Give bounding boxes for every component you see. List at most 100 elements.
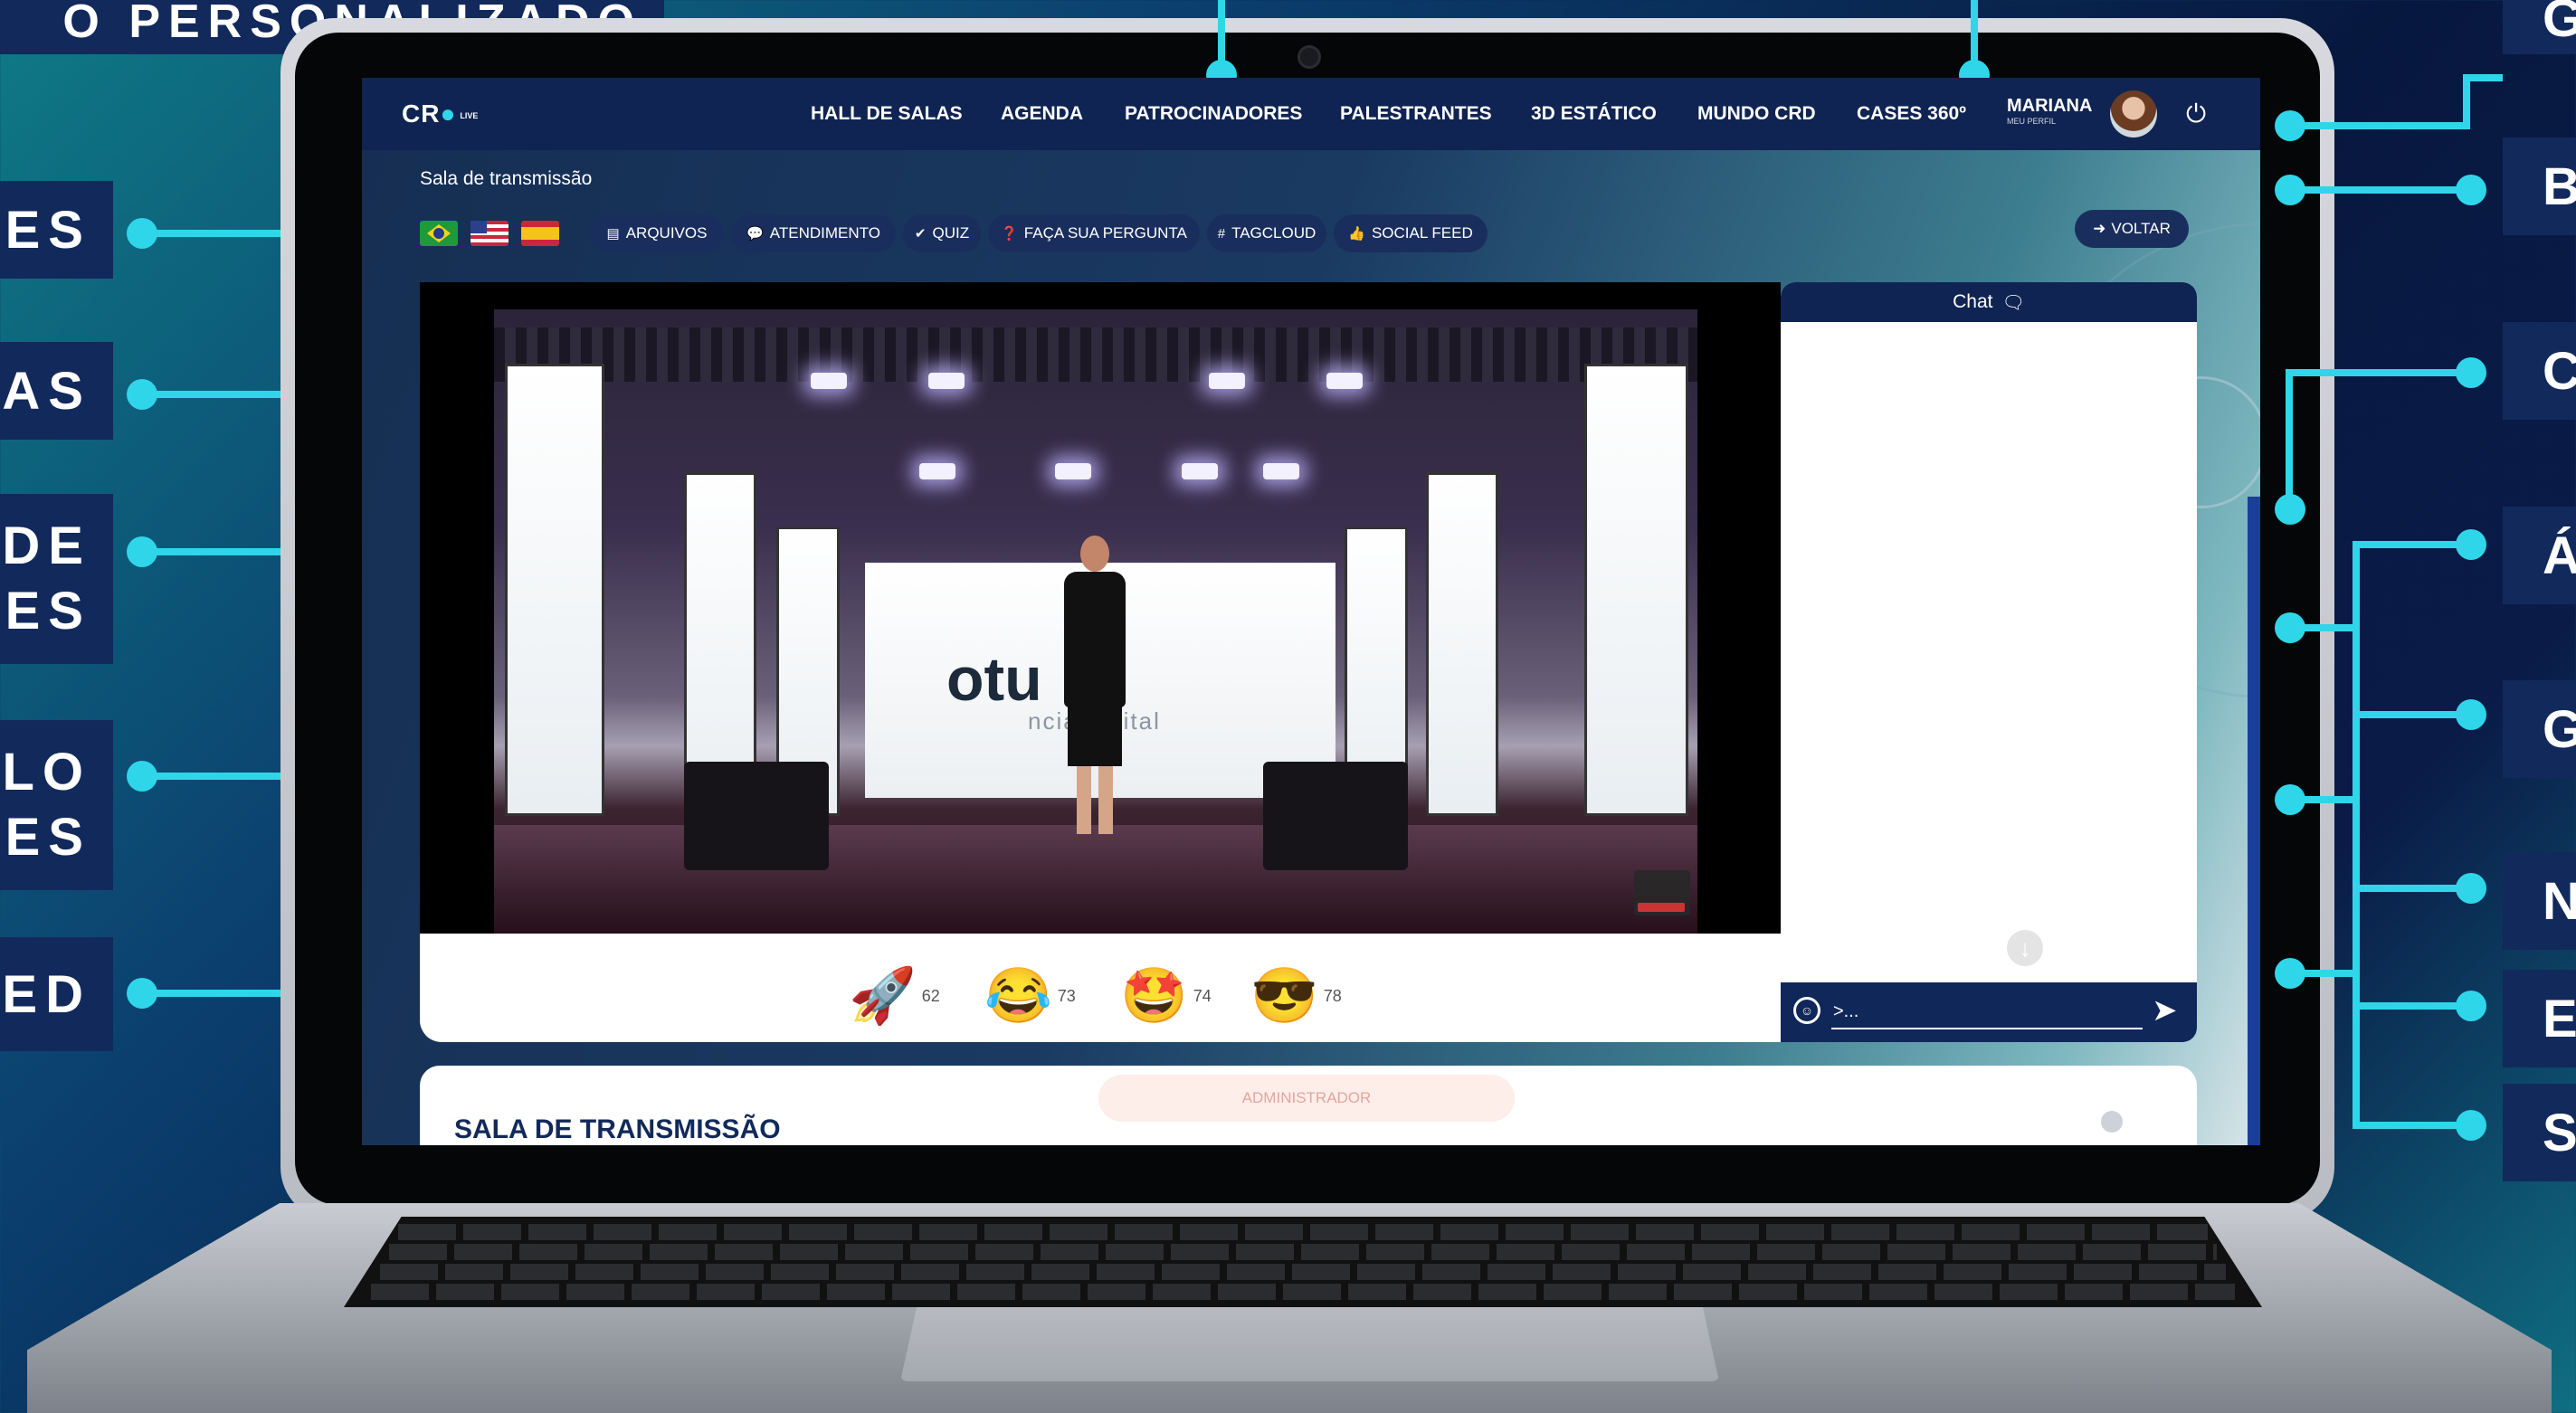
nav-patrocinadores[interactable]: PATROCINADORES	[1125, 103, 1302, 125]
user-menu[interactable]: MARIANA MEU PERFIL	[2007, 96, 2092, 126]
connector-dot	[127, 761, 157, 792]
nav-palestrantes[interactable]: PALESTRANTES	[1340, 103, 1492, 125]
question-circle-icon: ❓	[1001, 226, 1018, 242]
callout-right-1: G	[2503, 0, 2576, 54]
nav-agenda[interactable]: AGENDA	[1001, 103, 1083, 125]
nav-cases-360[interactable]: CASES 360º	[1857, 103, 1966, 125]
stage-light	[1182, 463, 1218, 479]
connector-dot	[2456, 991, 2486, 1021]
reaction-laugh[interactable]: 😂 73	[984, 964, 1076, 1028]
star-struck-face-icon: 🤩	[1120, 965, 1188, 1026]
callout-right-7: E	[2503, 970, 2576, 1067]
stage-panel	[1584, 364, 1688, 816]
quiz-button[interactable]: ✔ QUIZ	[903, 214, 981, 252]
youtube-subscribe-badge[interactable]	[1634, 870, 1690, 915]
social-feed-button[interactable]: 👍 SOCIAL FEED	[1334, 214, 1488, 252]
chat-bubbles-icon: 💬	[746, 226, 764, 242]
nav-3d-estatico[interactable]: 3D ESTÁTICO	[1531, 103, 1657, 125]
stage-panel	[1426, 472, 1498, 816]
room-info-card: ADMINISTRADOR SALA DE TRANSMISSÃO	[420, 1066, 2197, 1145]
stage-light	[1209, 373, 1245, 389]
connector-dot	[2456, 357, 2486, 388]
faca-sua-pergunta-button[interactable]: ❓ FAÇA SUA PERGUNTA	[988, 214, 1200, 252]
stage-floor	[494, 825, 1697, 934]
flag-usa-icon[interactable]	[471, 221, 509, 246]
stage-panel	[505, 364, 604, 816]
flag-spain-icon[interactable]	[521, 221, 559, 246]
connector-dot	[2456, 699, 2486, 730]
chat-panel: Chat🗨 ↓ ☺ ➤	[1781, 282, 2197, 1042]
back-arrow-icon: ➜	[2093, 220, 2106, 237]
power-icon[interactable]: ⏻	[2186, 100, 2206, 129]
callout-left-6: ED	[0, 937, 113, 1051]
stage-light	[811, 373, 847, 389]
connector-dot	[2456, 529, 2486, 560]
flag-brazil-icon[interactable]	[420, 221, 458, 246]
top-navigation-bar: CR● LIVE HALL DE SALAS AGENDA PATROCINADO…	[362, 78, 2260, 150]
nav-mundo-crd[interactable]: MUNDO CRD	[1697, 103, 1816, 125]
speech-bubble-icon: 🗨	[2001, 292, 2025, 313]
stage-light	[1326, 373, 1363, 389]
hashtag-icon: #	[1217, 225, 1226, 242]
page-scrollbar[interactable]	[2248, 497, 2260, 1145]
scroll-down-icon[interactable]: ↓	[2007, 930, 2043, 966]
user-name: MARIANA	[2007, 96, 2093, 116]
reactions-bar: 🚀 62 😂 73 🤩 74 😎 78	[420, 934, 1781, 1042]
stage-truss	[494, 327, 1697, 382]
stage-speaker	[684, 762, 829, 870]
laughing-face-icon: 😂	[984, 965, 1052, 1026]
tagcloud-button[interactable]: # TAGCLOUD	[1207, 214, 1326, 252]
administrador-badge[interactable]: ADMINISTRADOR	[1098, 1075, 1515, 1122]
chat-input-bar: ☺ ➤	[1781, 982, 2197, 1042]
presenter-figure	[1055, 536, 1133, 834]
callout-right-6: N	[2503, 852, 2576, 950]
chat-message-input[interactable]	[1831, 995, 2143, 1029]
connector-dot	[127, 536, 157, 567]
reaction-star-struck[interactable]: 🤩 74	[1120, 964, 1212, 1028]
connector-line	[2463, 74, 2503, 81]
webcam	[1298, 45, 1321, 69]
user-profile-link[interactable]: MEU PERFIL	[2007, 117, 2092, 126]
connector-line	[2353, 541, 2470, 548]
reaction-sunglasses[interactable]: 😎 78	[1250, 964, 1342, 1028]
connector-line	[2353, 885, 2470, 892]
callout-left-5: LO ES	[0, 720, 113, 890]
settings-icon[interactable]	[2101, 1111, 2123, 1133]
connector-dot	[2456, 1110, 2486, 1141]
avatar[interactable]	[2110, 90, 2157, 138]
brand-logo-text: otu	[946, 645, 1042, 714]
sunglasses-face-icon: 😎	[1250, 965, 1318, 1026]
callout-right-2: B	[2503, 138, 2576, 235]
thumbs-up-icon: 👍	[1348, 226, 1365, 242]
connector-dot	[2275, 612, 2305, 643]
callout-right-3: C	[2503, 322, 2576, 420]
emoji-picker-icon[interactable]: ☺	[1793, 997, 1820, 1024]
connector-line	[2289, 122, 2470, 129]
stage-light	[928, 373, 965, 389]
callout-left-3: AS	[0, 342, 113, 440]
connector-line	[2286, 369, 2470, 376]
room-label: Sala de transmissão	[420, 168, 593, 189]
voltar-button[interactable]: ➜ VOLTAR	[2075, 210, 2189, 248]
app-screen: CR● LIVE HALL DE SALAS AGENDA PATROCINADO…	[362, 78, 2260, 1145]
connector-dot	[2275, 958, 2305, 989]
connector-dot	[127, 978, 157, 1009]
reaction-rocket[interactable]: 🚀 62	[849, 964, 940, 1028]
connector-line	[2353, 711, 2470, 718]
rocket-icon: 🚀	[849, 965, 917, 1026]
video-stage-frame: otu ncia digital	[494, 309, 1697, 934]
nav-hall-de-salas[interactable]: HALL DE SALAS	[811, 103, 963, 125]
send-icon[interactable]: ➤	[2152, 995, 2178, 1026]
connector-dot	[2456, 873, 2486, 904]
keyboard	[344, 1217, 2262, 1307]
connector-line	[2286, 369, 2293, 505]
callout-right-8: S	[2503, 1084, 2576, 1181]
video-player[interactable]: otu ncia digital	[420, 282, 1781, 934]
room-title: SALA DE TRANSMISSÃO	[454, 1114, 781, 1144]
connector-dot	[2456, 175, 2486, 205]
atendimento-button[interactable]: 💬 ATENDIMENTO	[731, 214, 896, 252]
arquivos-button[interactable]: ▤ ARQUIVOS	[590, 214, 724, 252]
file-icon: ▤	[606, 226, 620, 242]
crd-logo[interactable]: CR● LIVE	[402, 100, 478, 128]
connector-dot	[127, 218, 157, 249]
